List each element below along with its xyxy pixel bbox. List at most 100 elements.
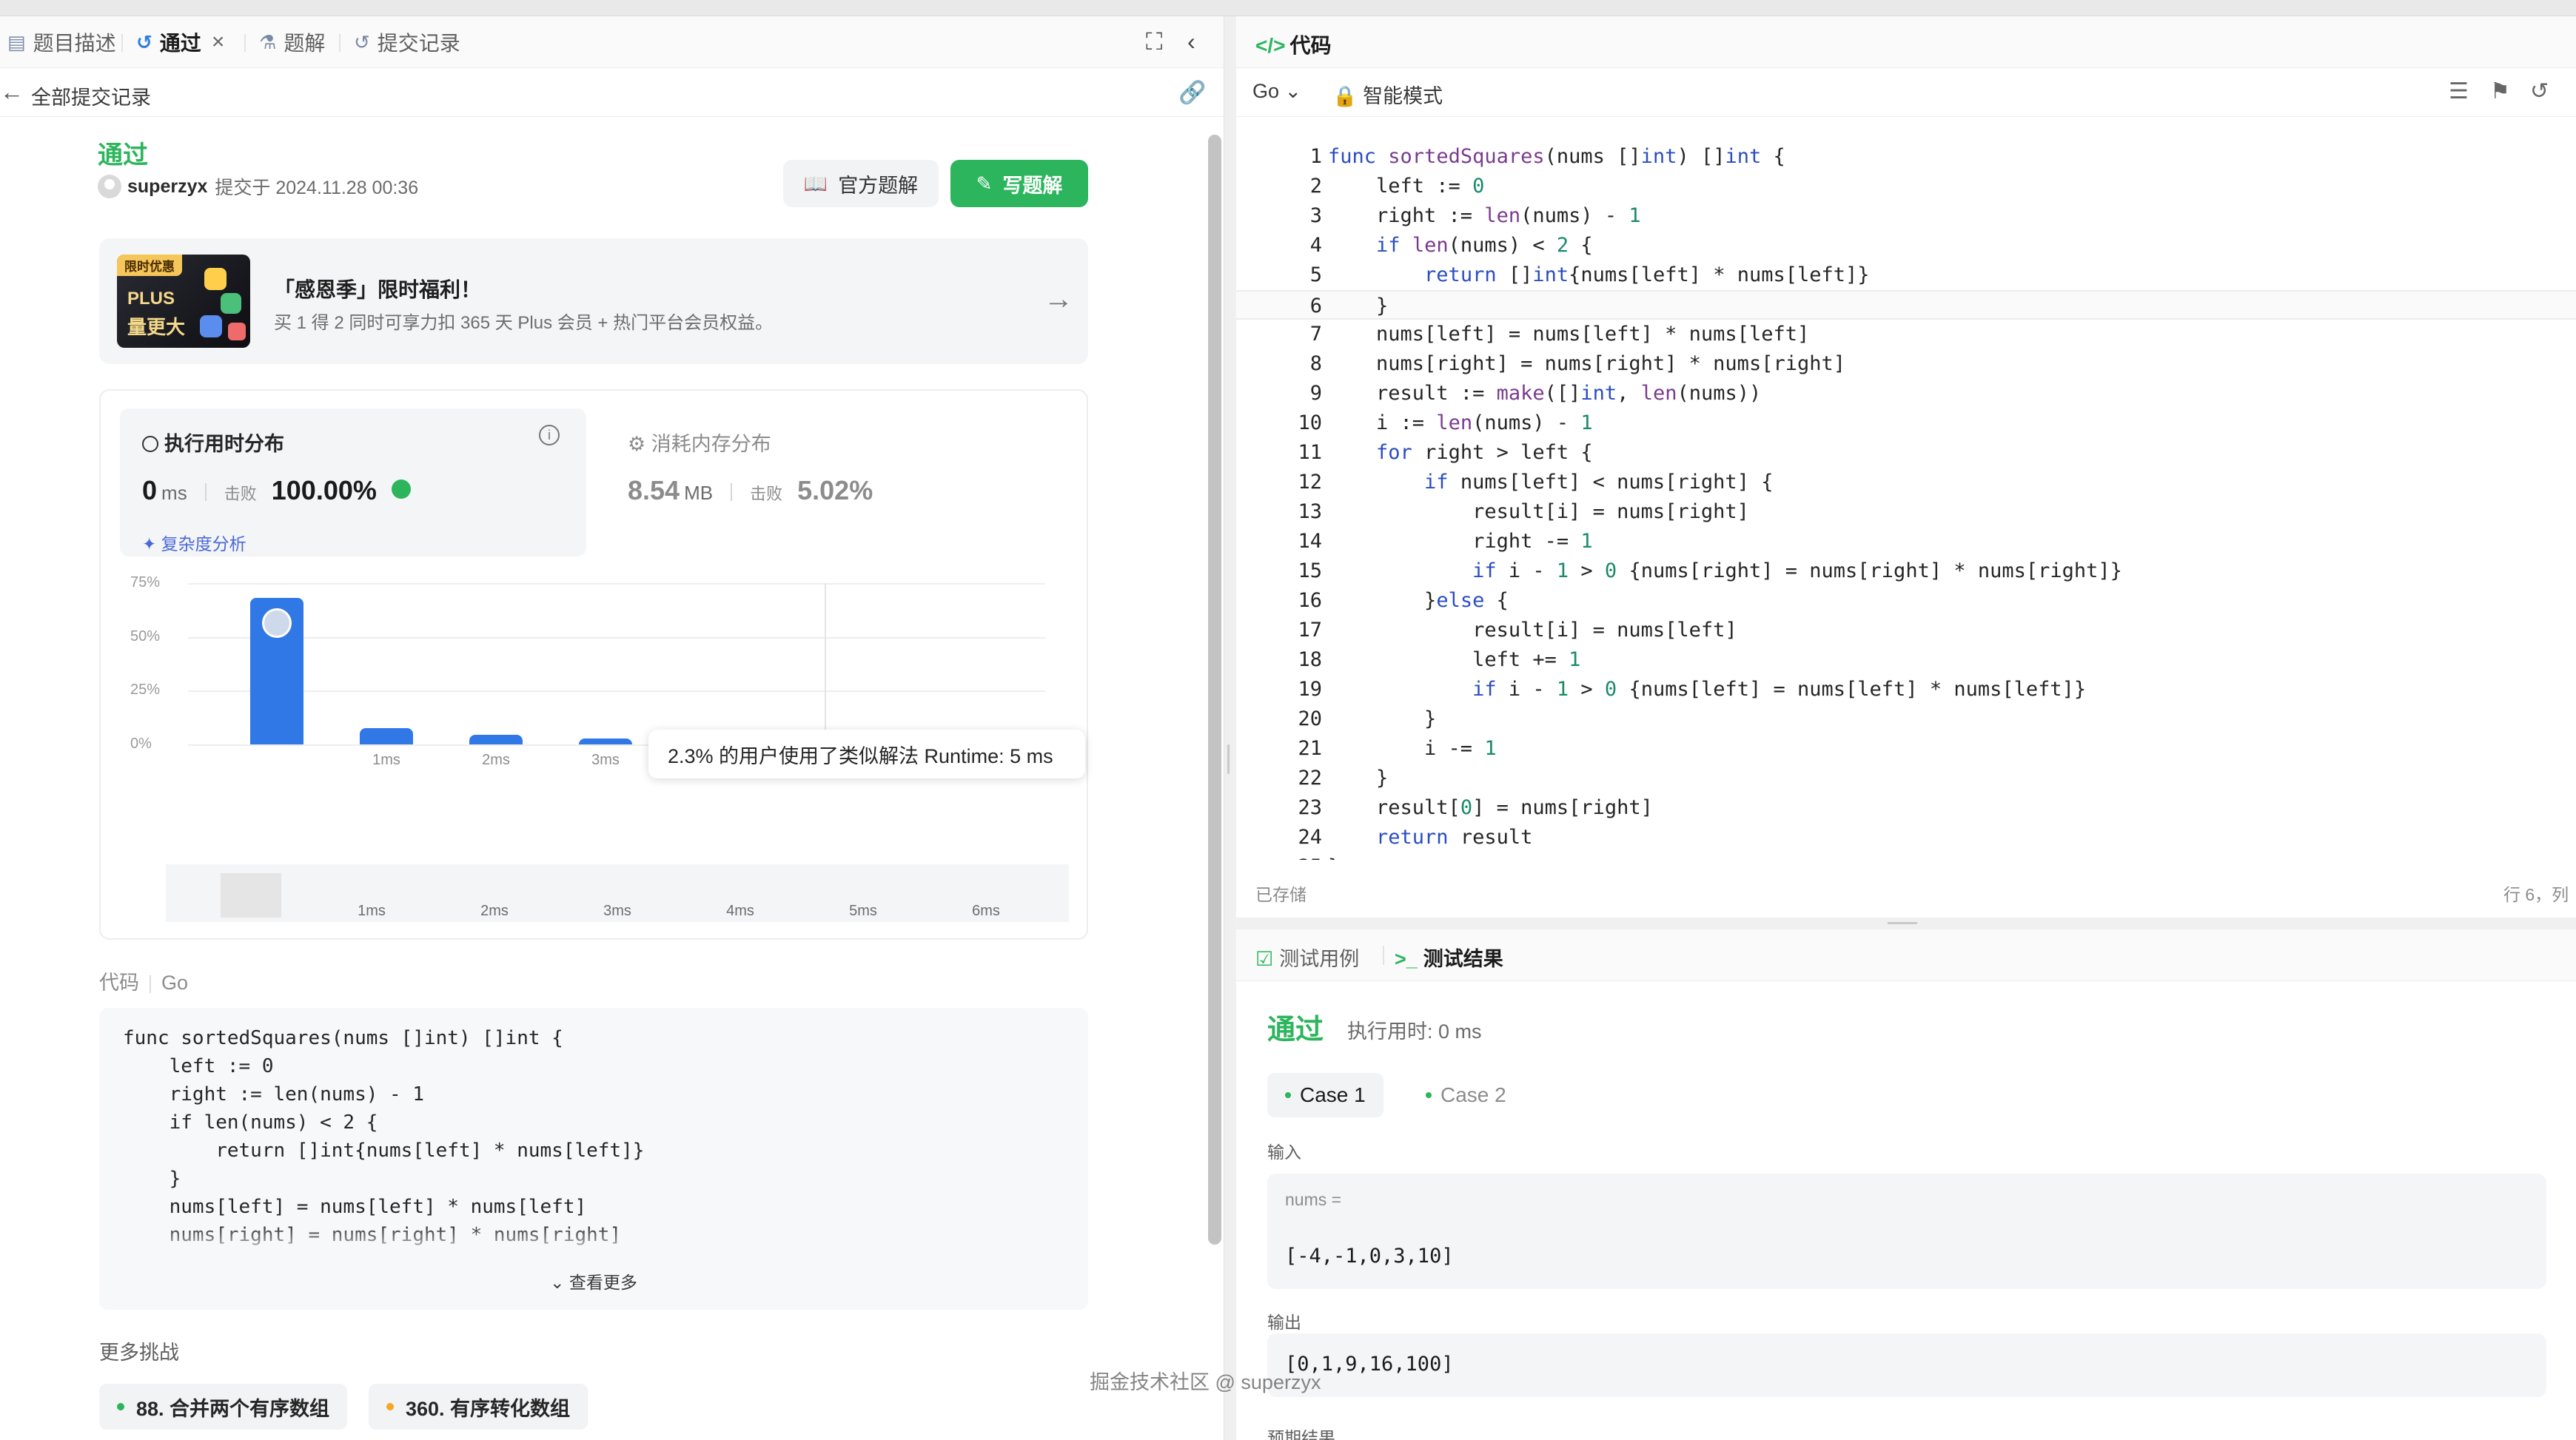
code-line[interactable]: 4 if len(nums) < 2 { — [1236, 231, 2576, 260]
code-line[interactable]: 2 left := 0 — [1236, 172, 2576, 201]
doc-icon: ▤ — [7, 30, 26, 53]
code-line[interactable]: 3 right := len(nums) - 1 — [1236, 201, 2576, 231]
history-icon: ↺ — [354, 30, 370, 53]
save-status: 已存储 — [1255, 885, 1307, 904]
chart-bar[interactable] — [579, 738, 632, 744]
code-panel-header: </> 代码 — [1236, 16, 2576, 68]
all-submissions-link[interactable]: 全部提交记录 — [31, 81, 151, 110]
case-tab-2[interactable]: Case 2 — [1408, 1073, 1524, 1117]
code-line[interactable]: 16 }else { — [1236, 586, 2576, 616]
code-line[interactable]: 13 result[i] = nums[right] — [1236, 497, 2576, 527]
line-content: if len(nums) < 2 { — [1376, 234, 1593, 257]
bookmark-icon[interactable]: ⚑ — [2490, 78, 2510, 104]
challenge-chip[interactable]: 88. 合并两个有序数组 — [99, 1384, 348, 1430]
tab-testcases[interactable]: ☑ 测试用例 — [1255, 943, 1359, 972]
line-number: 22 — [1298, 767, 1322, 790]
drag-handle[interactable] — [1227, 744, 1230, 774]
reset-icon[interactable]: ↺ — [2530, 78, 2549, 104]
code-line[interactable]: 21 i -= 1 — [1236, 734, 2576, 764]
runtime-stat-box[interactable]: 执行用时分布 i 0 ms 击败 100.00% ✦ 复杂度分析 — [120, 408, 586, 556]
input-label: 输入 — [1267, 1143, 1301, 1162]
code-line[interactable]: 8 nums[right] = nums[right] * nums[right… — [1236, 349, 2576, 379]
line-content: i := len(nums) - 1 — [1328, 411, 1593, 434]
memory-stat-title[interactable]: ⚙ 消耗内存分布 — [628, 428, 771, 457]
more-challenges-title: 更多挑战 — [99, 1342, 179, 1364]
write-solution-button[interactable]: ✎ 写题解 — [950, 160, 1088, 207]
code-line[interactable]: 10 i := len(nums) - 1 — [1236, 408, 2576, 438]
code-line[interactable]: 9 result := make([]int, len(nums)) — [1236, 379, 2576, 408]
code-editor[interactable]: 1 func sortedSquares(nums []int) []int {2… — [1236, 127, 2576, 860]
code-line[interactable]: 22 } — [1236, 764, 2576, 793]
code-line[interactable]: 6 } — [1236, 290, 2576, 320]
horizontal-splitter[interactable] — [1236, 918, 2576, 929]
input-box: nums = [-4,-1,0,3,10] — [1267, 1174, 2546, 1289]
tab-separator — [244, 34, 246, 52]
brush-selection[interactable] — [221, 873, 281, 918]
promo-description: 买 1 得 2 同时可享力扣 365 天 Plus 会员 + 热门平台会员权益。 — [274, 313, 774, 333]
code-line[interactable]: 23 result[0] = nums[right] — [1236, 793, 2576, 823]
scrollbar-thumb[interactable] — [1208, 135, 1221, 1245]
expected-label: 预期结果 — [1267, 1428, 1335, 1440]
code-line[interactable]: 19 if i - 1 > 0 {nums[left] = nums[left]… — [1236, 675, 2576, 704]
tab-submissions[interactable]: ↺ 提交记录 — [354, 16, 460, 68]
tab-description[interactable]: ▤ 题目描述 — [7, 16, 116, 68]
code-line[interactable]: 17 result[i] = nums[left] — [1236, 616, 2576, 645]
line-number: 16 — [1298, 589, 1322, 612]
code-line[interactable]: 24 return result — [1236, 823, 2576, 852]
runtime-value-row: 0 ms 击败 100.00% — [142, 475, 411, 506]
book-icon: 📖 — [803, 172, 828, 195]
challenge-chip[interactable]: 360. 有序转化数组 — [369, 1384, 588, 1430]
arrow-right-icon[interactable]: → — [1044, 283, 1073, 316]
info-icon[interactable]: i — [539, 425, 560, 445]
tab-accepted[interactable]: ↺ 通过 × — [136, 16, 224, 68]
lock-icon: 🔒 — [1332, 85, 1358, 107]
code-line[interactable]: 15 if i - 1 > 0 {nums[right] = nums[righ… — [1236, 556, 2576, 586]
link-icon[interactable]: 🔗 — [1178, 80, 1206, 106]
code-line[interactable]: 25} — [1236, 852, 2576, 860]
panel-splitter[interactable] — [1224, 16, 1233, 1440]
code-line[interactable]: 7 nums[left] = nums[left] * nums[left] — [1236, 320, 2576, 349]
code-line[interactable]: 20 } — [1236, 704, 2576, 734]
close-icon[interactable]: × — [212, 30, 225, 55]
code-line[interactable]: 18 left += 1 — [1236, 645, 2576, 675]
code-line[interactable]: 1 func sortedSquares(nums []int) []int { — [1236, 142, 2576, 172]
code-line[interactable]: 12 if nums[left] < nums[right] { — [1236, 468, 2576, 497]
drag-handle[interactable] — [1888, 922, 1917, 924]
complexity-analysis-link[interactable]: ✦ 复杂度分析 — [142, 530, 246, 555]
app-icon — [200, 315, 222, 337]
editor-toolbar: Go ⌄ 🔒 智能模式 ☰ ⚑ ↺ — [1236, 68, 2576, 117]
line-content: return result — [1376, 826, 1533, 849]
format-icon[interactable]: ☰ — [2449, 78, 2469, 104]
chart-range-brush[interactable]: 1ms 2ms 3ms 4ms 5ms 6ms — [166, 864, 1069, 922]
fullscreen-icon[interactable]: ⛶ — [1146, 28, 1162, 56]
tab-test-results[interactable]: >_ 测试结果 — [1395, 943, 1503, 972]
mode-select[interactable]: 🔒 智能模式 — [1332, 80, 1443, 109]
submitted-time: 提交于 2024.11.28 00:36 — [215, 178, 419, 198]
collapse-icon[interactable]: ‹ — [1187, 28, 1195, 55]
username[interactable]: superzyx — [127, 176, 207, 198]
official-solution-button[interactable]: 📖 官方题解 — [783, 160, 939, 207]
browser-top-strip — [0, 0, 2576, 16]
arrow-left-icon[interactable]: ← — [0, 78, 24, 106]
line-number: 24 — [1298, 826, 1322, 849]
line-content: i -= 1 — [1328, 737, 1497, 760]
difficulty-dot — [117, 1403, 124, 1410]
runtime-distribution-chart[interactable]: 75%50%25%0%1ms2ms3ms4ms5ms6ms2.3% 的用户使用了… — [120, 568, 1085, 820]
promo-banner[interactable]: 限时优惠 PLUS 量更大 「感恩季」限时福利！ 买 1 得 2 同时可享力扣 … — [99, 238, 1088, 364]
code-line[interactable]: 14 right -= 1 — [1236, 527, 2576, 556]
chart-bar[interactable] — [469, 734, 523, 744]
case-tab-1[interactable]: Case 1 — [1267, 1073, 1383, 1117]
clap-icon — [391, 480, 411, 499]
left-scrollbar[interactable] — [1208, 120, 1221, 1245]
language-select[interactable]: Go ⌄ — [1252, 80, 1301, 103]
watermark: 掘金技术社区 @ superzyx — [1090, 1371, 1321, 1393]
code-line[interactable]: 11 for right > left { — [1236, 438, 2576, 468]
code-line[interactable]: 5 return []int{nums[left] * nums[left]} — [1236, 260, 2576, 290]
line-content: result[0] = nums[right] — [1328, 796, 1653, 819]
mode-value: 智能模式 — [1363, 85, 1443, 107]
terminal-icon: >_ — [1395, 948, 1418, 970]
tab-solutions[interactable]: ⚗ 题解 — [259, 16, 325, 68]
chart-bar[interactable] — [360, 728, 413, 744]
line-number: 6 — [1309, 295, 1322, 317]
show-more-button[interactable]: ⌄ 查看更多 — [99, 1268, 1088, 1293]
